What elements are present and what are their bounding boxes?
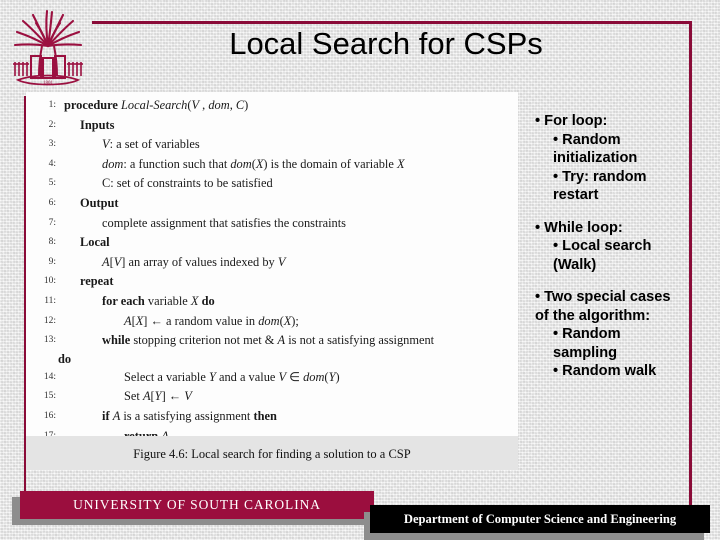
algorithm-figure: 1: procedure Local-Search(V , dom, C) 2: In… [26,92,518,470]
slide-canvas: 1801 Local Search for CSPs 1: procedure L… [0,0,720,540]
bullet-level1: • For loop: [535,113,608,129]
bullet-level1: • Two special cases of the algorithm: [535,289,671,324]
code-line-continuation: do [58,351,72,366]
code-line: 13: while stopping criterion not met & A … [26,331,518,351]
code-line: 16: if A is a satisfying assignment then [26,407,518,427]
algorithm-pseudocode: 1: procedure Local-Search(V , dom, C) 2: In… [26,92,518,466]
code-line-text: A[V] an array of values indexed by V [102,254,286,269]
page-title: Local Search for CSPs [229,26,543,61]
usc-palmetto-logo: 1801 [6,6,90,94]
code-line-number: 7: [48,217,56,228]
code-line: 1: procedure Local-Search(V , dom, C) [26,96,518,116]
frame-right-rule [689,21,692,508]
code-line-number: 2: [48,119,56,130]
svg-text:1801: 1801 [43,81,54,86]
code-line-text: V: a set of variables [102,137,200,152]
code-line-number: 13: [43,335,56,346]
code-line: 2: Inputs [26,116,518,136]
bullet-level2: • Local search (Walk) [553,238,652,273]
code-line: 14: Select a variable Y and a value V ∈ d… [26,368,518,388]
code-line: 5: C: set of constraints to be satisfied [26,174,518,194]
code-line-text: if A is a satisfying assignment then [102,408,277,423]
code-line-text: for each variable X do [102,293,215,308]
code-line: 10: repeat [26,272,518,292]
code-line-number: 14: [43,371,56,382]
figure-caption: Figure 4.6: Local search for finding a s… [133,447,411,461]
code-line-number: 6: [48,197,56,208]
code-line: 4: dom: a function such that dom(X) is th… [26,155,518,175]
bullet-column: • For loop: • Random initialization • Try:… [527,112,685,395]
code-line: 3: V: a set of variables [26,135,518,155]
code-line: 6: Output [26,194,518,214]
code-line-number: 4: [48,158,56,169]
university-footer-bar: UNIVERSITY OF SOUTH CAROLINA [20,491,374,519]
code-line-text: A[X] ← a random value in dom(X); [124,313,299,328]
code-line-text: C: set of constraints to be satisfied [102,176,273,191]
code-line-text: Local [80,235,110,250]
bullet-group: • Two special cases of the algorithm: • R… [527,288,685,381]
code-line: 7: complete assignment that satisfies the… [26,214,518,234]
code-line: 11: for each variable X do [26,292,518,312]
code-line-text: Set A[Y] ← V [124,389,192,404]
bullet-level2: • Random walk [553,363,657,379]
code-line-number: 1: [48,100,56,110]
code-line-text: complete assignment that satisfies the c… [102,215,346,230]
code-line-text: while stopping criterion not met & A is … [102,333,435,348]
code-line-text: Output [80,195,119,210]
bullet-group: • For loop: • Random initialization • Try:… [527,112,685,205]
bullet-group: • While loop: • Local search (Walk) [527,219,685,275]
code-line-number: 15: [43,391,56,402]
code-line: 9: A[V] an array of values indexed by V [26,253,518,273]
bullet-level2: • Random initialization [553,131,638,167]
code-line-number: 12: [43,315,56,326]
code-line: 8: Local [26,233,518,253]
code-line-number: 11: [44,295,56,306]
code-line-number: 16: [43,410,56,421]
code-line-text: procedure Local-Search(V , dom, C) [64,98,249,112]
code-line-text: Inputs [80,117,115,132]
bullet-level2: • Try: random restart [553,168,647,204]
code-line: 15: Set A[Y] ← V [26,387,518,407]
code-line-number: 9: [48,256,56,267]
department-footer-bar: Department of Computer Science and Engin… [370,505,710,533]
bullet-level1: • While loop: [535,219,623,236]
code-line-number: 5: [48,178,56,189]
code-line-text: Select a variable Y and a value V ∈ dom(… [124,369,340,384]
code-line-text: dom: a function such that dom(X) is the … [102,156,405,171]
code-line-number: 3: [48,139,56,150]
code-line: 12: A[X] ← a random value in dom(X); [26,312,518,332]
code-line-number: 8: [48,237,56,248]
code-line-text: repeat [80,274,114,289]
bullet-level2: • Random sampling [553,326,621,361]
code-line-number: 10: [43,276,56,287]
